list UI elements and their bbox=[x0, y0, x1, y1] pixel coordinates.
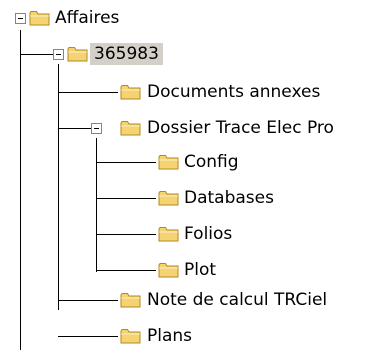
tree-connector bbox=[96, 198, 156, 199]
tree-connector bbox=[96, 162, 156, 163]
folder-icon bbox=[29, 10, 50, 26]
tree-node-label[interactable]: Databases bbox=[182, 187, 276, 209]
tree-connector bbox=[96, 234, 156, 235]
tree-node-label[interactable]: Note de calcul TRCiel bbox=[145, 289, 329, 311]
tree-connector bbox=[58, 128, 91, 129]
folder-icon bbox=[120, 292, 141, 308]
collapse-minus-icon[interactable] bbox=[15, 13, 26, 24]
folder-icon bbox=[158, 154, 179, 170]
tree-connector bbox=[58, 336, 118, 337]
tree-connector bbox=[58, 300, 118, 301]
tree-node-label[interactable]: Affaires bbox=[53, 7, 121, 29]
tree-connector bbox=[58, 92, 118, 93]
folder-icon bbox=[67, 46, 88, 62]
tree-connector bbox=[20, 30, 21, 350]
tree-node-label[interactable]: 365983 bbox=[90, 43, 163, 65]
folder-icon bbox=[120, 84, 141, 100]
tree-node-label[interactable]: Documents annexes bbox=[145, 81, 322, 103]
folder-tree: Affaires 365983 Documents annexes Dossie… bbox=[0, 0, 387, 350]
folder-icon bbox=[120, 328, 141, 344]
tree-connector bbox=[96, 270, 156, 271]
folder-icon bbox=[120, 120, 141, 136]
tree-node-label[interactable]: Folios bbox=[182, 223, 234, 245]
folder-icon bbox=[158, 262, 179, 278]
folder-icon bbox=[158, 226, 179, 242]
tree-node-label[interactable]: Plans bbox=[145, 325, 194, 347]
tree-connector bbox=[96, 138, 97, 272]
folder-icon bbox=[158, 190, 179, 206]
tree-node-label[interactable]: Plot bbox=[182, 259, 218, 281]
tree-connector bbox=[58, 64, 59, 310]
tree-node-label[interactable]: Dossier Trace Elec Pro bbox=[145, 117, 336, 139]
collapse-minus-icon[interactable] bbox=[53, 49, 64, 60]
collapse-minus-icon[interactable] bbox=[91, 123, 102, 134]
tree-node-label[interactable]: Config bbox=[182, 151, 241, 173]
tree-connector bbox=[20, 54, 53, 55]
